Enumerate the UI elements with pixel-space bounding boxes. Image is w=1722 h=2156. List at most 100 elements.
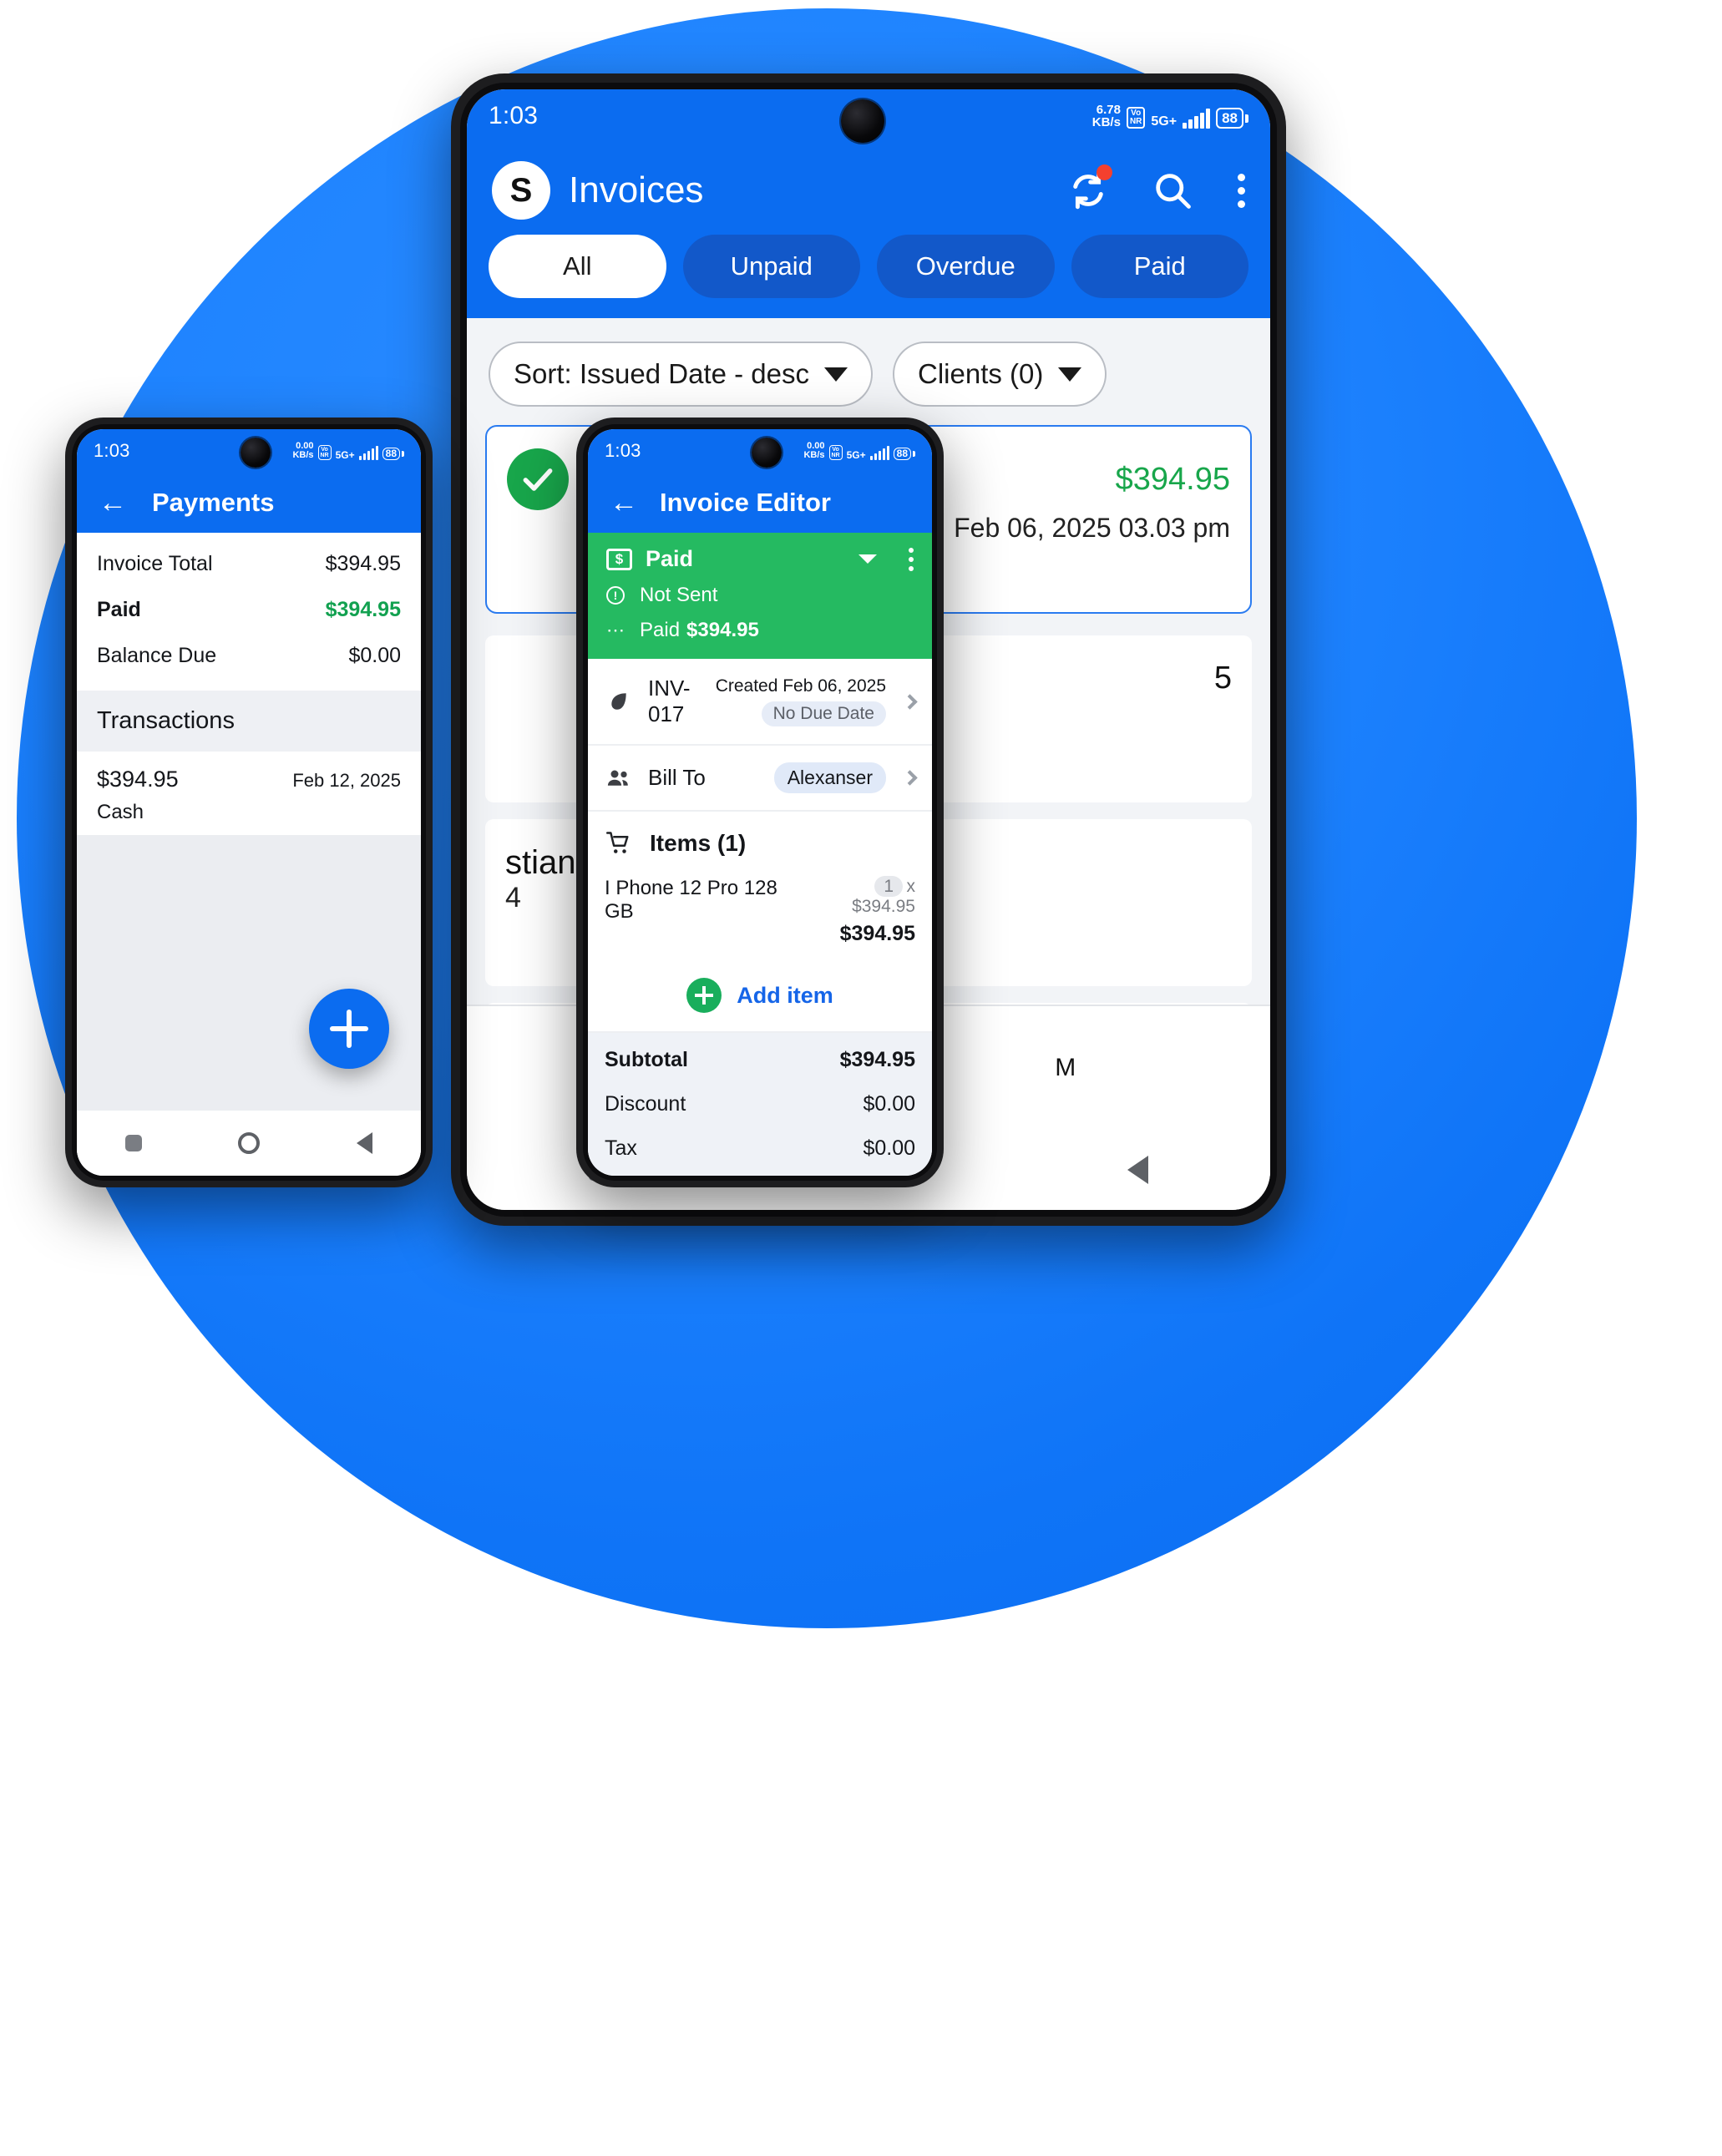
payments-summary: Invoice Total $394.95 Paid $394.95 Balan…: [77, 533, 421, 691]
home-button[interactable]: [238, 1132, 261, 1154]
status-badge: Paid: [646, 546, 694, 571]
summary-value: $394.95: [325, 552, 401, 575]
network-speed-indicator: 6.78 KB/s: [1091, 103, 1121, 129]
sort-label: Sort: Issued Date - desc: [514, 358, 809, 389]
tax-label: Tax: [605, 1136, 637, 1160]
volte-icon: Vo NR: [828, 445, 843, 460]
add-item-button[interactable]: Add item: [588, 963, 932, 1033]
chevron-right-icon: [902, 693, 918, 710]
plus-circle-icon: [686, 978, 722, 1013]
ellipsis-icon: ⋯: [606, 620, 626, 640]
invoice-date: Feb 06, 2025 03.03 pm: [954, 513, 1230, 543]
volte-icon: Vo NR: [1126, 107, 1146, 129]
battery-icon: 88: [382, 448, 404, 460]
cart-icon: [605, 831, 633, 856]
discount-label: Discount: [605, 1092, 686, 1116]
chevron-down-icon: [824, 367, 848, 382]
network-type-label: 5G+: [846, 449, 866, 461]
chevron-down-icon[interactable]: [858, 554, 877, 564]
money-icon: $: [606, 548, 632, 570]
bill-to-label: Bill To: [648, 765, 706, 790]
invoice-totals: Subtotal $394.95 Discount $0.00 Tax $0.0…: [588, 1033, 932, 1176]
android-nav-bar: [77, 1111, 421, 1176]
summary-value: $394.95: [325, 598, 401, 621]
camera-punch-hole: [241, 438, 271, 468]
sync-icon[interactable]: [1066, 164, 1112, 213]
tab-unpaid[interactable]: Unpaid: [682, 235, 860, 298]
tab-paid[interactable]: Paid: [1071, 235, 1248, 298]
network-type-label: 5G+: [335, 449, 355, 461]
items-count-label: Items (1): [650, 830, 747, 856]
status-indicators: 0.00 KB/s Vo NR 5G+ 88: [292, 442, 404, 460]
subtotal-label: Subtotal: [605, 1048, 688, 1071]
network-speed-indicator: 0.00 KB/s: [292, 441, 314, 460]
recents-button[interactable]: [124, 1135, 142, 1151]
leaf-icon: [605, 691, 633, 712]
paid-amount: $394.95: [686, 619, 759, 641]
arrow-left-icon[interactable]: ←: [610, 488, 638, 517]
tab-overdue[interactable]: Overdue: [877, 235, 1055, 298]
sort-dropdown[interactable]: Sort: Issued Date - desc: [489, 342, 873, 407]
chevron-right-icon: [902, 770, 918, 786]
sync-badge-dot: [1097, 164, 1112, 180]
bill-to-client: Alexanser: [773, 762, 886, 793]
clients-label: Clients (0): [918, 358, 1044, 389]
add-item-label: Add item: [737, 982, 833, 1008]
people-icon: [605, 767, 633, 789]
tab-all[interactable]: All: [489, 235, 666, 298]
transaction-date: Feb 12, 2025: [292, 770, 401, 791]
tax-value: $0.00: [863, 1136, 915, 1160]
status-time: 1:03: [489, 102, 539, 129]
page-title: Payments: [152, 488, 275, 517]
invoice-number-row[interactable]: INV-017 Created Feb 06, 2025 No Due Date: [588, 659, 932, 746]
invoice-filter-tabs: All Unpaid Overdue Paid: [467, 231, 1270, 313]
signal-bars-icon: [869, 446, 889, 460]
network-speed-indicator: 0.00 KB/s: [803, 441, 825, 460]
more-vert-icon[interactable]: [909, 547, 914, 571]
summary-label: Balance Due: [97, 644, 217, 667]
clients-dropdown[interactable]: Clients (0): [893, 342, 1107, 407]
summary-label: Invoice Total: [97, 552, 213, 575]
more-vert-icon[interactable]: [1238, 173, 1245, 208]
item-total: $394.95: [839, 922, 915, 945]
invoice-due-date-badge: No Due Date: [761, 701, 886, 726]
status-indicators: 6.78 KB/s Vo NR 5G+ 88: [1092, 104, 1248, 129]
discount-row: Discount $0.00: [605, 1082, 915, 1126]
battery-icon: 88: [893, 448, 915, 460]
camera-punch-hole: [752, 438, 782, 468]
signal-bars-icon: [1183, 109, 1211, 129]
invoices-title-row: S Invoices: [467, 143, 1270, 231]
invoice-amount: $394.95: [1115, 461, 1230, 497]
search-icon[interactable]: [1151, 169, 1194, 212]
add-payment-fab[interactable]: [309, 989, 389, 1069]
camera-punch-hole: [841, 99, 884, 143]
discount-value: $0.00: [863, 1092, 915, 1116]
sent-status-row: ! Not Sent: [606, 584, 914, 607]
sent-status-label: Not Sent: [640, 584, 718, 606]
transaction-method: Cash: [97, 801, 144, 823]
subtotal-row: Subtotal $394.95: [605, 1038, 915, 1082]
avatar[interactable]: S: [492, 161, 550, 220]
bill-to-row[interactable]: Bill To Alexanser: [588, 746, 932, 812]
status-time: 1:03: [94, 440, 130, 461]
page-title: Invoice Editor: [660, 488, 831, 517]
paid-prefix: Paid: [640, 619, 681, 641]
bottom-nav-label: M: [1055, 1054, 1076, 1081]
payments-app-bar: ← Payments: [77, 473, 421, 533]
payments-phone: 1:03 0.00 KB/s Vo NR 5G+ 88 ← Payments In: [65, 418, 433, 1187]
back-button[interactable]: [1127, 1156, 1148, 1184]
signal-bars-icon: [358, 446, 378, 460]
invoice-editor-phone: 1:03 0.00 KB/s Vo NR 5G+ 88 ← Invoice Edi…: [576, 418, 944, 1187]
arrow-left-icon[interactable]: ←: [99, 488, 127, 517]
subtotal-value: $394.95: [839, 1048, 915, 1071]
info-icon: !: [606, 586, 625, 605]
invoice-item-row[interactable]: I Phone 12 Pro 128 GB 1 x $394.95 $394.9…: [588, 868, 932, 963]
payments-screen: 1:03 0.00 KB/s Vo NR 5G+ 88 ← Payments In: [77, 429, 421, 1176]
invoices-header: S Invoices All Unpaid Overdue Paid: [467, 143, 1270, 318]
page-title: Invoices: [569, 170, 704, 210]
summary-label: Paid: [97, 598, 141, 621]
transactions-header: Transactions: [77, 691, 421, 752]
back-button[interactable]: [357, 1132, 373, 1154]
invoice-editor-app-bar: ← Invoice Editor: [588, 473, 932, 533]
invoice-number: INV-017: [648, 676, 691, 726]
